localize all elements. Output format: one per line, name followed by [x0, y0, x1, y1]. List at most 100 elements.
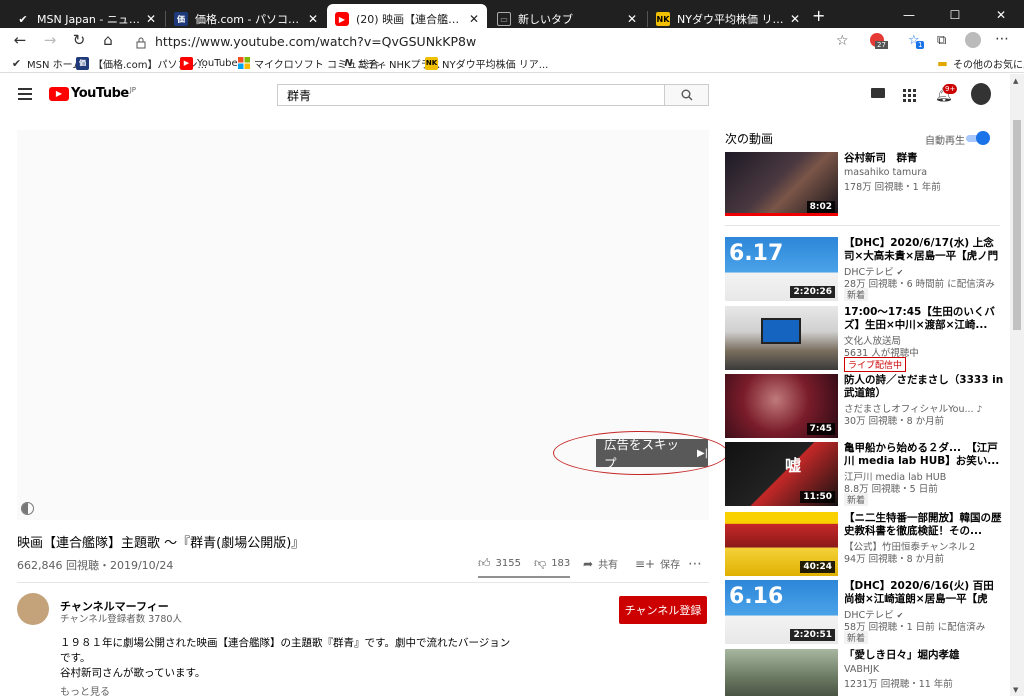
scrollbar-thumb[interactable]: [1013, 120, 1021, 330]
recommendation-item[interactable]: 8:02 谷村新司 群青 masahiko tamura 178万 回視聴・1 …: [725, 152, 1000, 216]
logo-text: YouTube: [71, 86, 129, 101]
up-next-heading: 次の動画: [725, 132, 774, 146]
close-icon[interactable]: ✕: [790, 12, 800, 26]
scroll-down-icon[interactable]: ▼: [1013, 686, 1018, 694]
save-label: 保存: [660, 560, 681, 571]
description-line: １９８１年に劇場公開された映画【連合艦隊】の主題歌『群青』です。劇中で流れたバー…: [60, 637, 511, 649]
minimize-icon[interactable]: —: [886, 0, 932, 30]
video-views-date: 662,846 回視聴・2019/10/24: [17, 559, 174, 572]
video-thumbnail[interactable]: 7:45: [725, 374, 838, 438]
newtab-icon: ▭: [497, 12, 511, 26]
tab-title: MSN Japan - ニュース, 天気, メール (: [37, 13, 140, 26]
collections-badge: 1: [916, 41, 925, 49]
thumbnail-graphic: [761, 318, 801, 344]
home-icon[interactable]: ⌂: [96, 30, 120, 50]
thumbs-down-icon: 👎︎: [534, 556, 547, 570]
other-favorites[interactable]: ▬ その他のお気に入り: [936, 55, 1024, 71]
video-thumbnail[interactable]: [725, 306, 838, 370]
rec-channel: VABHJK: [844, 664, 880, 675]
rec-title: 17:00〜17:45【生田のいくバズ】生田×中川×渡部×江崎...: [844, 306, 995, 331]
create-video-icon[interactable]: [871, 88, 885, 98]
like-count: 3155: [495, 558, 521, 569]
share-icon: ➦: [583, 556, 594, 571]
back-icon[interactable]: ←: [8, 30, 32, 50]
rec-title: 【DHC】2020/6/17(水) 上念司×大高未貴×居島一平【虎ノ門ニ...: [844, 237, 999, 262]
rec-title: 【ニ二生特番一部開放】韓国の歴史教科書を徹底検証！その...: [844, 512, 1002, 537]
maximize-icon[interactable]: ☐: [932, 0, 978, 30]
music-note-icon: ♪: [976, 405, 983, 415]
apps-icon[interactable]: [903, 87, 916, 102]
duration-badge: 2:20:51: [790, 629, 835, 641]
kakaku-icon: 価: [76, 56, 89, 70]
search-button[interactable]: [665, 84, 709, 106]
recommendation-item[interactable]: 6.17 2:20:26 【DHC】2020/6/17(水) 上念司×大高未貴×…: [725, 237, 1000, 301]
forward-icon[interactable]: →: [38, 30, 62, 50]
video-thumbnail[interactable]: 6.16 2:20:51: [725, 580, 838, 644]
duration-badge: 40:24: [800, 561, 835, 573]
dislike-button[interactable]: 👎︎ 183: [534, 556, 570, 571]
reload-icon[interactable]: ↻: [67, 30, 91, 50]
address-bar[interactable]: https://www.youtube.com/watch?v=QvGSUNkK…: [155, 30, 890, 52]
more-icon[interactable]: ⋯: [995, 31, 1009, 47]
star-icon[interactable]: ☆: [836, 33, 849, 49]
recommendation-item[interactable]: 嘘 11:50 亀甲船から始める２ダ... 【江戸川 media lab HUB…: [725, 442, 1000, 506]
share-button[interactable]: ➦ 共有: [583, 556, 618, 572]
menu-icon[interactable]: [18, 88, 32, 100]
rec-title: 【DHC】2020/6/16(火) 百田尚樹×江崎道朗×居島一平【虎ノ...: [844, 580, 994, 605]
youtube-play-icon: ▶: [49, 86, 69, 101]
video-thumbnail[interactable]: 8:02: [725, 152, 838, 216]
favorites-bar-icon[interactable]: ⧉: [937, 33, 946, 48]
avatar[interactable]: [971, 83, 991, 105]
scroll-up-icon[interactable]: ▲: [1013, 77, 1018, 85]
like-button[interactable]: 👍︎ 3155: [478, 556, 521, 571]
video-thumbnail[interactable]: 40:24: [725, 512, 838, 576]
youtube-logo[interactable]: ▶ YouTube JP: [49, 86, 136, 101]
lock-icon[interactable]: [136, 34, 146, 49]
playlist-add-icon: ≡+: [635, 556, 656, 571]
extension-badge: 27: [875, 41, 888, 49]
youtube-icon: ▶: [335, 12, 349, 26]
recommendation-item[interactable]: 「愛しき日々」堀内孝雄 VABHJK 1231万 回視聴・11 年前: [725, 649, 1000, 696]
window-close-icon[interactable]: ✕: [978, 0, 1024, 30]
video-thumbnail[interactable]: 嘘 11:50: [725, 442, 838, 506]
rec-meta: 30万 回視聴・8 か月前: [844, 416, 945, 427]
subscribe-label: チャンネル登録: [624, 604, 702, 617]
close-icon[interactable]: ✕: [308, 12, 318, 26]
dislike-count: 183: [551, 558, 571, 569]
save-button[interactable]: ≡+ 保存: [635, 556, 681, 572]
microsoft-icon: [237, 57, 250, 70]
subscribe-button[interactable]: チャンネル登録: [619, 596, 707, 624]
search-input[interactable]: 群青: [277, 84, 665, 106]
annotation-ellipse: [553, 431, 728, 475]
rec-channel: masahiko tamura: [844, 167, 928, 178]
new-badge: 新着: [844, 493, 869, 506]
nk-icon: NK: [425, 56, 438, 70]
bookmark-msn[interactable]: ✔ MSN ホーム: [10, 55, 82, 71]
notification-badge: 9+: [943, 84, 958, 94]
thumbnail-graphic: 嘘: [785, 456, 802, 475]
bookmark-nydow[interactable]: NK NYダウ平均株価 リア...: [425, 55, 548, 71]
thumbnail-graphic: 6.16: [729, 584, 784, 609]
autoplay-label: 自動再生: [925, 136, 965, 147]
profile-icon[interactable]: [965, 32, 981, 48]
bookmark-label: YouTube: [197, 57, 238, 69]
recommendation-item[interactable]: 40:24 【ニ二生特番一部開放】韓国の歴史教科書を徹底検証！その... 【公式…: [725, 512, 1002, 576]
video-thumbnail[interactable]: 6.17 2:20:26: [725, 237, 838, 301]
close-icon[interactable]: ✕: [146, 12, 156, 26]
video-thumbnail[interactable]: [725, 649, 838, 696]
thumbs-up-icon: 👍︎: [478, 556, 491, 570]
rec-title: 「愛しき日々」堀内孝雄: [844, 649, 960, 661]
close-icon[interactable]: ✕: [469, 12, 479, 26]
new-tab-button[interactable]: +: [812, 6, 825, 25]
channel-avatar[interactable]: [17, 593, 49, 625]
more-actions-icon[interactable]: ⋯: [688, 556, 702, 572]
recommendation-item[interactable]: 6.16 2:20:51 【DHC】2020/6/16(火) 百田尚樹×江崎道朗…: [725, 580, 1000, 644]
recommendation-item[interactable]: 7:45 防人の詩／さだまさし（3333 in 武道館） さだまさしオフィシャル…: [725, 374, 1003, 438]
description-line: 谷村新司さんが歌っています。: [60, 667, 206, 679]
close-icon[interactable]: ✕: [627, 12, 637, 26]
rec-meta: 1231万 回視聴・11 年前: [844, 679, 953, 690]
rec-title: 防人の詩／さだまさし（3333 in 武道館）: [844, 374, 1004, 399]
recommendation-item[interactable]: 17:00〜17:45【生田のいくバズ】生田×中川×渡部×江崎... 文化人放送…: [725, 306, 1000, 372]
bookmark-youtube[interactable]: ▶ YouTube: [180, 55, 238, 71]
autoplay-toggle[interactable]: [966, 131, 992, 145]
